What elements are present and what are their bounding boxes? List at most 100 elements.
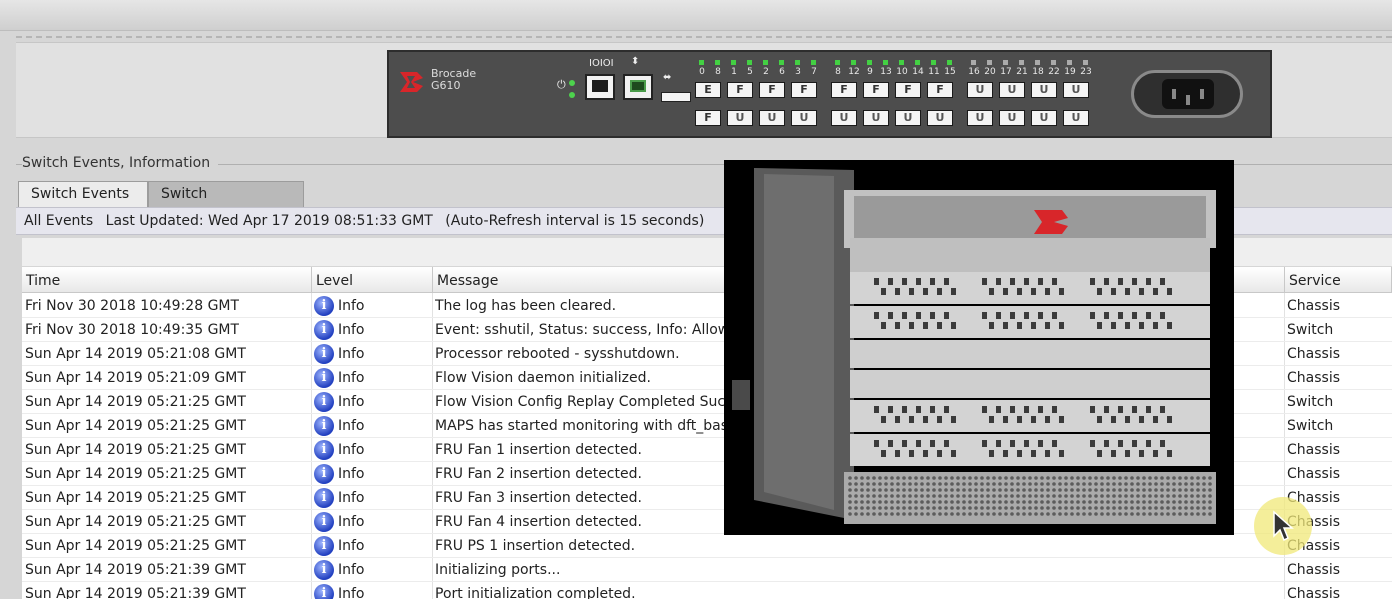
vent-hole	[896, 512, 900, 516]
chassis-port	[1104, 278, 1109, 285]
vent-hole	[848, 476, 852, 480]
vent-hole	[902, 476, 906, 480]
sfp-port[interactable]: F	[727, 82, 753, 98]
vent-hole	[1112, 488, 1116, 492]
sfp-port[interactable]: F	[791, 82, 817, 98]
vent-hole	[956, 476, 960, 480]
vent-hole	[1082, 512, 1086, 516]
sfp-port[interactable]: U	[895, 110, 921, 126]
vent-hole	[974, 494, 978, 498]
sfp-port[interactable]: U	[1031, 82, 1057, 98]
vent-hole	[884, 512, 888, 516]
sfp-port[interactable]: U	[1031, 110, 1057, 126]
vent-hole	[998, 488, 1002, 492]
column-header-service[interactable]: Service	[1285, 267, 1392, 293]
vent-hole	[1142, 476, 1146, 480]
vent-hole	[1184, 476, 1188, 480]
chassis-port	[930, 406, 935, 413]
sfp-port[interactable]: U	[863, 110, 889, 126]
vent-hole	[1082, 488, 1086, 492]
vent-hole	[920, 500, 924, 504]
sfp-port[interactable]: U	[727, 110, 753, 126]
vent-hole	[1142, 506, 1146, 510]
chassis-port	[989, 416, 994, 423]
power-connector	[1131, 70, 1243, 118]
vent-hole	[1208, 482, 1212, 486]
chassis-port	[1024, 440, 1029, 447]
vent-hole	[1184, 506, 1188, 510]
sfp-port[interactable]: U	[967, 110, 993, 126]
tab-switch-information[interactable]: Switch Information	[148, 181, 304, 226]
sfp-port[interactable]: F	[863, 82, 889, 98]
sfp-port[interactable]: U	[759, 110, 785, 126]
sfp-port[interactable]: U	[1063, 82, 1089, 98]
sfp-port[interactable]: U	[831, 110, 857, 126]
cell-time: Sun Apr 14 2019 05:21:25 GMT	[25, 442, 246, 458]
vent-hole	[1178, 482, 1182, 486]
vent-hole	[926, 476, 930, 480]
sfp-port[interactable]: F	[695, 110, 721, 126]
mouse-pointer-icon	[1273, 510, 1294, 542]
chassis-port	[916, 440, 921, 447]
chassis-port	[951, 288, 956, 295]
vent-hole	[1016, 476, 1020, 480]
vent-hole	[890, 500, 894, 504]
sfp-port[interactable]: F	[895, 82, 921, 98]
sfp-port[interactable]: F	[927, 82, 953, 98]
vent-hole	[950, 494, 954, 498]
sfp-port[interactable]: U	[927, 110, 953, 126]
vent-hole	[1106, 494, 1110, 498]
management-ethernet-port[interactable]	[623, 74, 653, 100]
vent-hole	[944, 476, 948, 480]
tab-switch-events[interactable]: Switch Events	[18, 181, 148, 207]
vent-hole	[1076, 512, 1080, 516]
port-led	[811, 60, 816, 65]
vent-hole	[944, 494, 948, 498]
vent-hole	[878, 488, 882, 492]
chassis-port	[1024, 406, 1029, 413]
vent-hole	[1142, 488, 1146, 492]
vent-hole	[1082, 476, 1086, 480]
chassis-port	[1167, 416, 1172, 423]
table-row[interactable]: i Sun Apr 14 2019 05:21:39 GMT Info Port in…	[22, 582, 1392, 599]
table-row[interactable]: i Sun Apr 14 2019 05:21:39 GMT Info Initial…	[22, 558, 1392, 582]
vent-hole	[1016, 488, 1020, 492]
vent-hole	[848, 488, 852, 492]
vent-hole	[1052, 488, 1056, 492]
column-header-time[interactable]: Time	[22, 267, 312, 293]
sfp-port[interactable]: U	[999, 110, 1025, 126]
chassis-port	[1111, 322, 1116, 329]
vent-hole	[1106, 482, 1110, 486]
vent-hole	[986, 488, 990, 492]
sfp-port[interactable]: U	[999, 82, 1025, 98]
table-row[interactable]: i Sun Apr 14 2019 05:21:25 GMT Info FRU PS …	[22, 534, 1392, 558]
column-header-level[interactable]: Level	[312, 267, 433, 293]
brocade-logo-icon	[400, 72, 423, 92]
vent-hole	[872, 512, 876, 516]
chassis-port	[1038, 406, 1043, 413]
chassis-port	[996, 312, 1001, 319]
vent-hole	[1112, 494, 1116, 498]
vent-hole	[1004, 476, 1008, 480]
port-number-label: 21	[1016, 67, 1028, 77]
usb-port[interactable]	[661, 92, 691, 102]
switch-faceplate: Brocade G610 ⏻ IOIOI ⬍ ⬌ 08152637EFFUFUF…	[387, 50, 1272, 138]
sfp-port[interactable]: U	[791, 110, 817, 126]
chassis-port	[923, 416, 928, 423]
vent-hole	[974, 512, 978, 516]
chassis-port	[1118, 406, 1123, 413]
vent-hole	[1136, 512, 1140, 516]
serial-port[interactable]	[585, 74, 615, 100]
vent-hole	[1082, 506, 1086, 510]
vent-hole	[890, 482, 894, 486]
sfp-port[interactable]: F	[831, 82, 857, 98]
vent-hole	[1202, 488, 1206, 492]
sfp-port[interactable]: E	[695, 82, 721, 98]
vent-hole	[1154, 494, 1158, 498]
vent-hole	[914, 512, 918, 516]
sfp-port[interactable]: F	[759, 82, 785, 98]
chassis-port	[1146, 440, 1151, 447]
vent-hole	[1184, 482, 1188, 486]
sfp-port[interactable]: U	[967, 82, 993, 98]
sfp-port[interactable]: U	[1063, 110, 1089, 126]
